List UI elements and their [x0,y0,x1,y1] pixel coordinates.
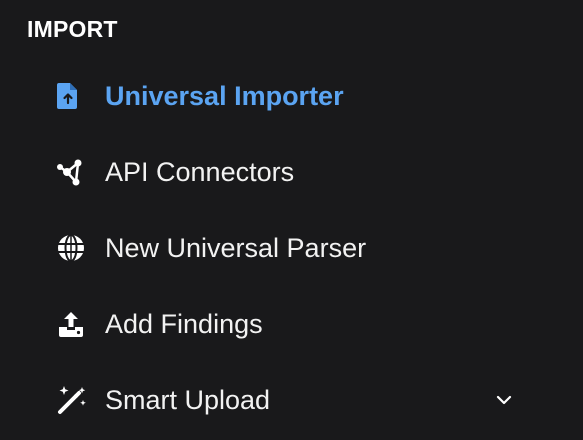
nav-item-label: Add Findings [105,308,263,339]
globe-icon [56,232,88,264]
magic-wand-icon [56,384,88,416]
nav-item-universal-importer[interactable]: Universal Importer [56,76,526,116]
nav-item-label: New Universal Parser [105,232,367,263]
nav-item-label: Smart Upload [105,384,271,415]
nav-item-label: Universal Importer [105,80,344,111]
nav-item-new-universal-parser[interactable]: New Universal Parser [56,228,526,268]
connectors-icon [56,156,88,188]
nav-item-smart-upload[interactable]: Smart Upload [56,380,526,420]
file-upload-icon [56,80,88,112]
upload-tray-icon [56,308,88,340]
nav-item-label: API Connectors [105,156,295,187]
nav-item-add-findings[interactable]: Add Findings [56,304,526,344]
section-title: IMPORT [27,16,118,42]
nav-item-api-connectors[interactable]: API Connectors [56,152,526,192]
chevron-down-icon[interactable] [494,390,514,410]
